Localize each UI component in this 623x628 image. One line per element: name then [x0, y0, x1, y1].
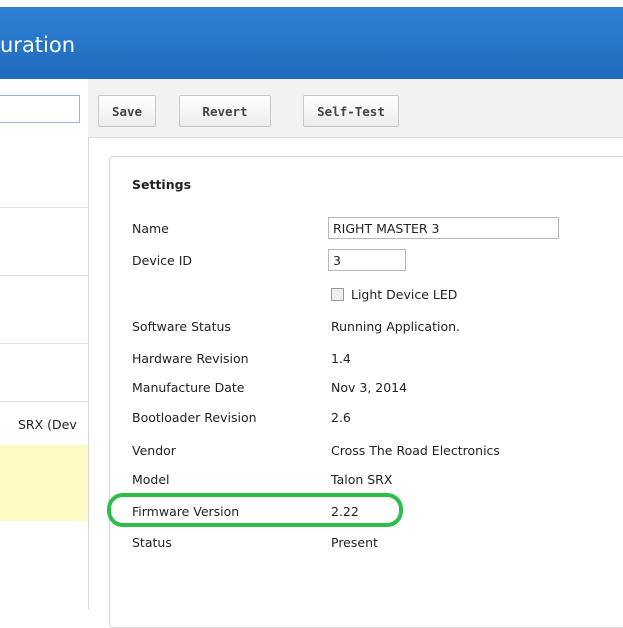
- title-bar: uration: [0, 7, 623, 79]
- manufacture-date-value: Nov 3, 2014: [331, 380, 408, 395]
- hardware-revision-label: Hardware Revision: [132, 351, 249, 366]
- device-list-pane: SRX (Dev: [0, 79, 89, 609]
- self-test-button[interactable]: Self-Test: [303, 95, 399, 127]
- vendor-value: Cross The Road Electronics: [331, 443, 500, 458]
- vendor-label: Vendor: [132, 443, 176, 458]
- device-list-item[interactable]: SRX (Dev: [18, 417, 77, 432]
- list-divider: [0, 207, 88, 208]
- status-value: Present: [331, 535, 378, 550]
- settings-heading: Settings: [132, 177, 192, 192]
- settings-panel: Settings Name Device ID Light Device LED…: [109, 156, 623, 628]
- selected-list-item[interactable]: [0, 445, 88, 521]
- light-led-checkbox[interactable]: Light Device LED: [331, 287, 457, 302]
- revert-button[interactable]: Revert: [179, 95, 271, 127]
- list-divider: [0, 401, 88, 402]
- bootloader-revision-value: 2.6: [331, 410, 351, 425]
- software-status-value: Running Application.: [331, 319, 461, 334]
- toolbar: Save Revert Self-Test: [88, 79, 623, 138]
- bootloader-revision-label: Bootloader Revision: [132, 410, 257, 425]
- list-divider: [0, 275, 88, 276]
- model-value: Talon SRX: [331, 472, 393, 487]
- checkbox-box[interactable]: [331, 288, 344, 301]
- search-input[interactable]: [0, 95, 80, 123]
- device-id-field[interactable]: [328, 249, 406, 271]
- device-id-label: Device ID: [132, 253, 193, 268]
- manufacture-date-label: Manufacture Date: [132, 380, 245, 395]
- name-label: Name: [132, 221, 169, 236]
- hardware-revision-value: 1.4: [331, 351, 351, 366]
- firmware-highlight-annotation: [107, 493, 403, 527]
- software-status-label: Software Status: [132, 319, 231, 334]
- window-title: uration: [0, 33, 76, 57]
- save-button[interactable]: Save: [98, 95, 156, 127]
- model-label: Model: [132, 472, 170, 487]
- status-label: Status: [132, 535, 172, 550]
- light-led-label: Light Device LED: [351, 287, 458, 302]
- list-divider: [0, 343, 88, 344]
- name-field[interactable]: [328, 217, 559, 239]
